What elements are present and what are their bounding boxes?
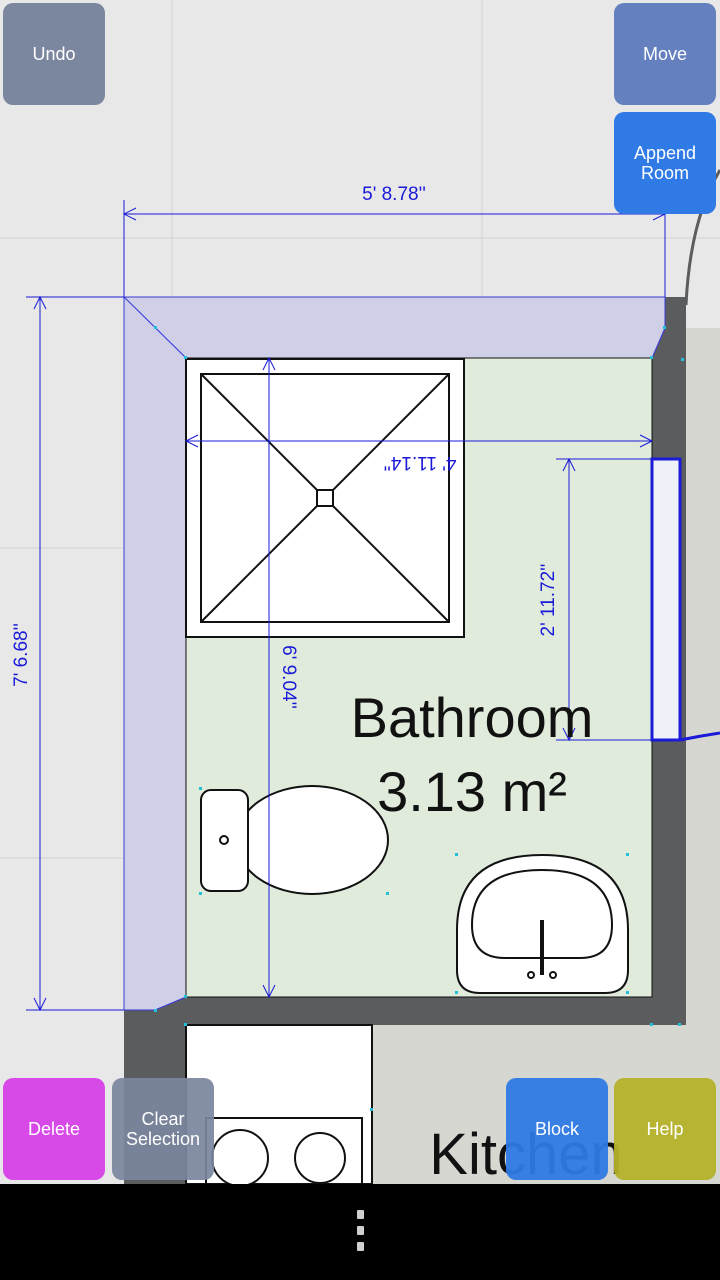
adjacent-room bbox=[685, 328, 720, 1028]
move-button[interactable]: Move bbox=[614, 3, 716, 105]
dim-top-label: 5' 8.78'' bbox=[362, 184, 426, 205]
dim-shower-width-label: 4' 11.14'' bbox=[384, 452, 457, 473]
move-label: Move bbox=[642, 44, 687, 64]
floor-plan[interactable]: 5' 8.78'' 7' 6.68'' 4' 11.14'' 6' 9.04''… bbox=[0, 0, 720, 1184]
block-button[interactable]: Block bbox=[506, 1078, 608, 1180]
delete-label: Delete bbox=[27, 1119, 81, 1139]
bathroom-door[interactable] bbox=[650, 457, 682, 742]
undo-label: Undo bbox=[32, 44, 76, 64]
append-room-button[interactable]: Append Room bbox=[614, 112, 716, 214]
help-label: Help bbox=[646, 1119, 684, 1139]
append-room-label: Append Room bbox=[633, 143, 697, 183]
help-button[interactable]: Help bbox=[614, 1078, 716, 1180]
toilet[interactable] bbox=[200, 785, 389, 895]
dim-inner-height-label: 6' 9.04'' bbox=[278, 645, 299, 709]
clear-selection-label: Clear Selection bbox=[125, 1109, 201, 1149]
clear-selection-button[interactable]: Clear Selection bbox=[112, 1078, 214, 1180]
shower-tray[interactable] bbox=[185, 358, 465, 638]
sink[interactable] bbox=[456, 853, 629, 994]
floor-plan-canvas[interactable]: 5' 8.78'' 7' 6.68'' 4' 11.14'' 6' 9.04''… bbox=[0, 0, 720, 1184]
delete-button[interactable]: Delete bbox=[3, 1078, 105, 1180]
undo-button[interactable]: Undo bbox=[3, 3, 105, 105]
dim-left-label: 7' 6.68'' bbox=[11, 623, 32, 687]
dim-door-label: 2' 11.72'' bbox=[538, 564, 559, 637]
room-name: Bathroom bbox=[351, 686, 594, 749]
block-label: Block bbox=[534, 1119, 579, 1139]
overflow-menu-icon[interactable] bbox=[353, 1210, 367, 1256]
selected-wall-top[interactable] bbox=[122, 296, 666, 359]
room-area: 3.13 m² bbox=[377, 760, 567, 823]
selected-wall-left[interactable] bbox=[123, 295, 187, 1011]
